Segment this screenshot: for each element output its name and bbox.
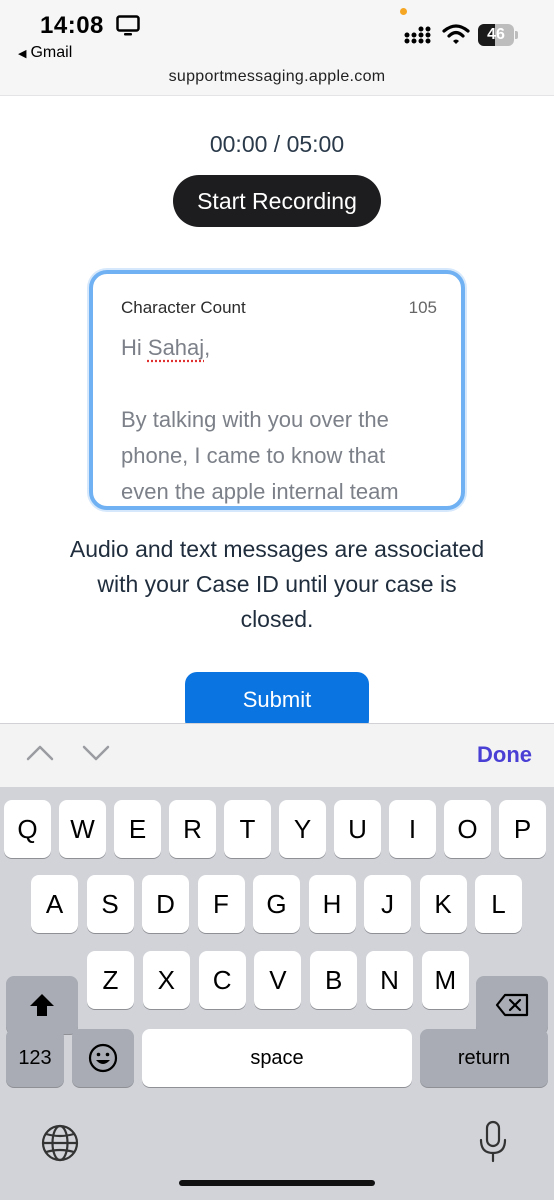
screen-mirror-icon — [116, 15, 140, 36]
wifi-icon — [442, 24, 470, 44]
greeting-prefix: Hi — [121, 335, 148, 360]
chevron-up-icon[interactable] — [26, 744, 54, 762]
key-y[interactable]: Y — [279, 800, 326, 858]
key-a[interactable]: A — [31, 875, 78, 933]
back-to-app-link[interactable]: ◀ Gmail — [18, 44, 72, 62]
key-s[interactable]: S — [86, 875, 134, 933]
cellular-signal-icon — [404, 26, 431, 44]
keyboard: QWERTYUIOP ASDFGHJKL ZXCVBNM 123 space r… — [0, 787, 554, 1200]
shift-icon — [30, 994, 54, 1016]
key-b[interactable]: B — [310, 951, 358, 1009]
message-text: Hi Sahaj, By talking with you over the p… — [121, 330, 431, 506]
done-button[interactable]: Done — [477, 742, 532, 768]
globe-icon[interactable] — [40, 1123, 80, 1163]
key-t[interactable]: T — [224, 800, 271, 858]
start-recording-button[interactable]: Start Recording — [173, 175, 381, 227]
message-body: By talking with you over the phone, I ca… — [121, 407, 399, 504]
key-n[interactable]: N — [366, 951, 413, 1009]
greeting-suffix: , — [204, 335, 211, 360]
shift-key[interactable] — [6, 976, 78, 1034]
case-id-notice: Audio and text messages are associated w… — [69, 536, 485, 632]
address-bar-url[interactable]: supportmessaging.apple.com — [0, 68, 554, 86]
key-q[interactable]: Q — [4, 800, 51, 858]
character-count-label: Character Count — [121, 298, 246, 317]
message-textarea[interactable]: Character Count 105 Hi Sahaj, By talking… — [89, 270, 465, 510]
keyboard-accessory-bar: Done — [0, 723, 554, 787]
key-c[interactable]: C — [198, 951, 246, 1009]
key-u[interactable]: U — [334, 800, 381, 858]
misspelled-word[interactable]: Sahaj — [148, 335, 204, 360]
key-f[interactable]: F — [197, 875, 245, 933]
home-indicator[interactable] — [179, 1180, 375, 1186]
key-h[interactable]: H — [308, 875, 356, 933]
character-count-value: 105 — [408, 298, 437, 317]
status-bar: 14:08 ◀ Gmail 46 supportmessaging.apple.… — [0, 0, 554, 96]
key-g[interactable]: G — [253, 875, 300, 933]
recording-timer: 00:00 / 05:00 — [209, 131, 345, 157]
key-w[interactable]: W — [59, 800, 106, 858]
key-j[interactable]: J — [364, 875, 411, 933]
key-e[interactable]: E — [114, 800, 161, 858]
mic-in-use-indicator — [400, 8, 407, 15]
key-o[interactable]: O — [444, 800, 491, 858]
key-x[interactable]: X — [142, 951, 190, 1009]
back-triangle-icon: ◀ — [18, 47, 27, 60]
key-d[interactable]: D — [142, 875, 189, 933]
emoji-key[interactable] — [72, 1029, 134, 1087]
delete-icon — [495, 993, 529, 1017]
chevron-down-icon[interactable] — [82, 744, 110, 762]
clock: 14:08 — [40, 12, 104, 39]
microphone-icon[interactable] — [478, 1120, 508, 1164]
key-k[interactable]: K — [419, 875, 467, 933]
emoji-icon — [88, 1043, 118, 1073]
key-z[interactable]: Z — [87, 951, 134, 1009]
key-r[interactable]: R — [169, 800, 216, 858]
numbers-key[interactable]: 123 — [6, 1029, 64, 1087]
battery-percentage: 46 — [487, 26, 505, 43]
delete-key[interactable] — [476, 976, 548, 1034]
key-p[interactable]: P — [499, 800, 546, 858]
key-m[interactable]: M — [421, 951, 469, 1009]
return-key[interactable]: return — [420, 1029, 548, 1087]
key-l[interactable]: L — [475, 875, 522, 933]
battery-indicator: 46 — [478, 24, 518, 46]
space-key[interactable]: space — [142, 1029, 412, 1087]
key-i[interactable]: I — [389, 800, 436, 858]
key-v[interactable]: V — [254, 951, 302, 1009]
back-app-label: Gmail — [30, 44, 73, 61]
